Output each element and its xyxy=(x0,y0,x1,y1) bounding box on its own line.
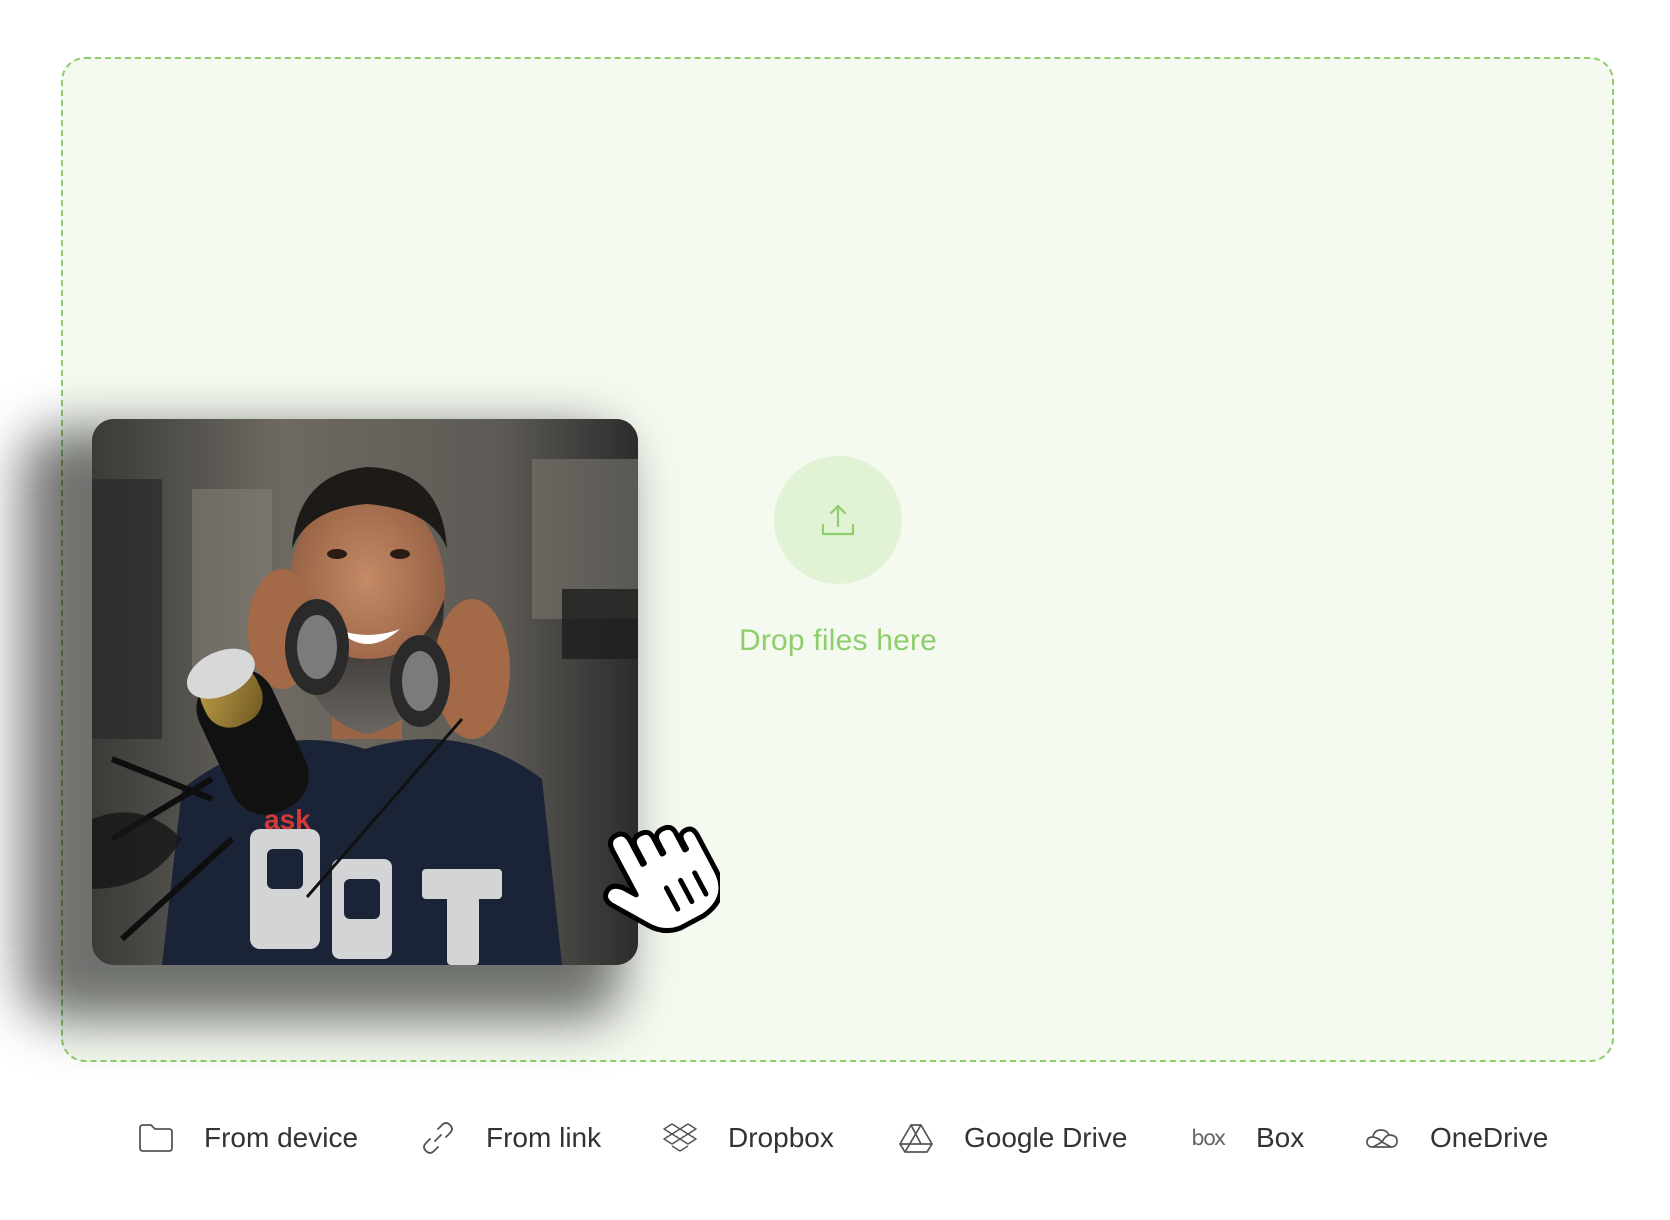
source-google-drive[interactable]: Google Drive xyxy=(896,1108,1127,1168)
source-onedrive[interactable]: OneDrive xyxy=(1362,1108,1548,1168)
source-label: Google Drive xyxy=(964,1122,1128,1153)
folder-icon xyxy=(136,1118,176,1158)
onedrive-icon xyxy=(1362,1118,1402,1158)
source-box[interactable]: box Box xyxy=(1188,1108,1304,1168)
hand-grab-cursor xyxy=(603,824,720,934)
source-from-device[interactable]: From device xyxy=(136,1108,358,1168)
drop-files-label: Drop files here xyxy=(738,624,938,657)
link-icon xyxy=(418,1118,458,1158)
dropbox-icon xyxy=(660,1118,700,1158)
source-label: From device xyxy=(204,1122,359,1153)
source-label: OneDrive xyxy=(1430,1122,1549,1153)
upload-sources-bar: From device From link Dropbox Google Dri… xyxy=(0,1108,1670,1168)
upload-button[interactable] xyxy=(774,456,902,584)
source-label: Dropbox xyxy=(728,1122,834,1153)
dragged-photo-thumbnail[interactable]: ask xyxy=(92,419,638,965)
source-label: From link xyxy=(486,1122,602,1153)
source-from-link[interactable]: From link xyxy=(418,1108,601,1168)
upload-icon xyxy=(821,504,855,536)
box-icon: box xyxy=(1191,1126,1226,1150)
google-drive-icon xyxy=(896,1118,936,1158)
source-label: Box xyxy=(1256,1122,1305,1153)
source-dropbox[interactable]: Dropbox xyxy=(660,1108,834,1168)
